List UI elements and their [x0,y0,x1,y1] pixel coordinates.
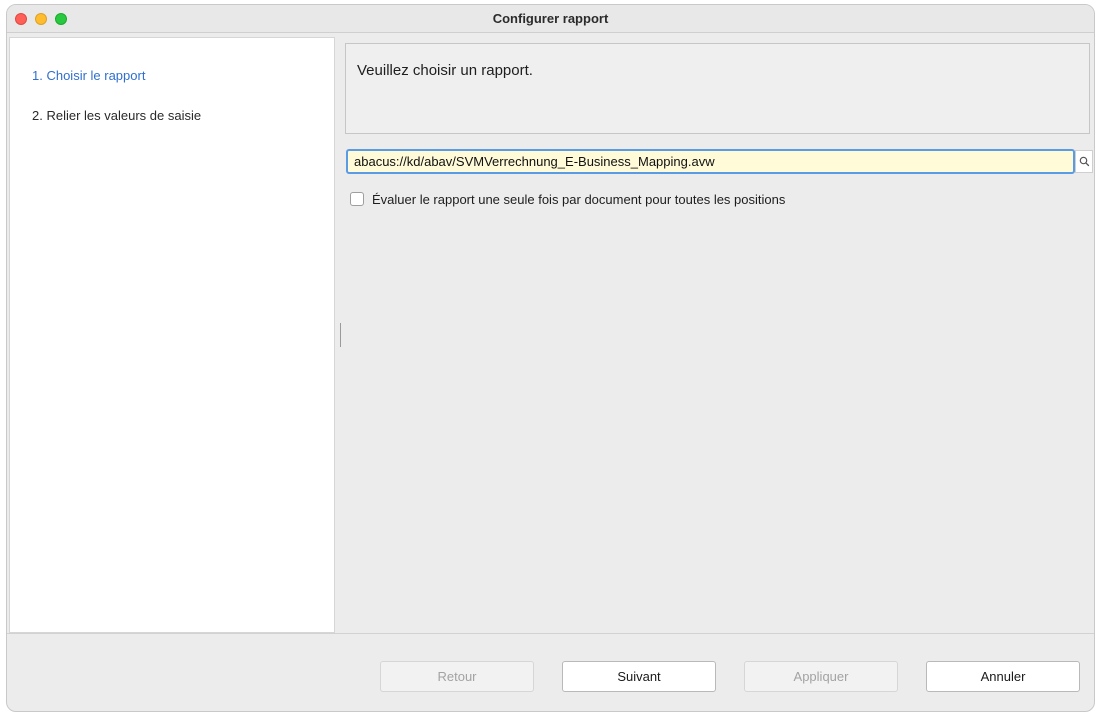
cancel-button[interactable]: Annuler [926,661,1080,692]
search-icon [1079,156,1090,167]
footer-divider [7,633,1094,634]
dialog-window: Configurer rapport 1. Choisir le rapport… [6,4,1095,712]
next-button[interactable]: Suivant [562,661,716,692]
apply-button[interactable]: Appliquer [744,661,898,692]
instruction-message: Veuillez choisir un rapport. [357,62,533,79]
evaluate-once-label: Évaluer le rapport une seule fois par do… [372,192,786,207]
splitter-handle[interactable] [340,323,341,347]
browse-report-button[interactable] [1075,150,1093,173]
instruction-panel: Veuillez choisir un rapport. [345,43,1090,134]
back-button[interactable]: Retour [380,661,534,692]
title-bar: Configurer rapport [7,5,1094,33]
evaluate-once-checkbox[interactable] [350,192,364,206]
window-title: Configurer rapport [492,11,609,26]
step-link-input-values[interactable]: 2. Relier les valeurs de saisie [32,108,201,123]
report-path-input[interactable] [346,149,1075,174]
wizard-steps-sidebar: 1. Choisir le rapport 2. Relier les vale… [9,37,335,633]
step-choose-report[interactable]: 1. Choisir le rapport [32,68,145,83]
